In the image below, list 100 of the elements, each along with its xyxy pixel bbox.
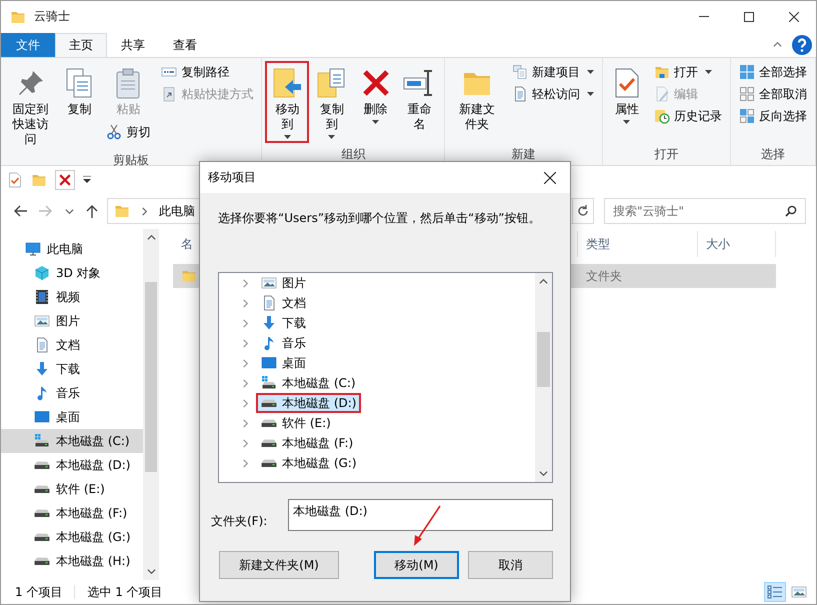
drive-icon	[34, 556, 50, 566]
back-arrow-icon	[13, 205, 27, 217]
ribbon-button[interactable]: 属性	[606, 61, 648, 128]
file-menu-button[interactable]: 文件	[1, 33, 55, 57]
scrollbar[interactable]	[535, 273, 552, 482]
caret-icon	[284, 135, 291, 139]
history-icon	[654, 108, 670, 124]
caret-icon	[328, 135, 336, 139]
scrollbar[interactable]	[143, 229, 159, 580]
dialog-button[interactable]: 取消	[468, 551, 553, 579]
scrollbar-thumb[interactable]	[145, 282, 157, 472]
nav-item[interactable]: 本地磁盘 (G:)	[1, 525, 143, 549]
picture-icon	[791, 584, 807, 600]
ribbon-button[interactable]: 历史记录	[648, 105, 727, 127]
ribbon-tab[interactable]: 主页	[55, 33, 107, 57]
chevron-right-icon	[241, 298, 250, 308]
close-icon	[788, 12, 798, 22]
tree-item[interactable]: 图片	[256, 273, 311, 293]
chevron-right-icon	[241, 358, 250, 368]
nav-item[interactable]: 本地磁盘 (H:)	[1, 549, 143, 573]
delete-button[interactable]	[55, 170, 75, 190]
ribbon-button[interactable]: 反向选择	[734, 105, 812, 127]
minimize-icon	[698, 16, 708, 17]
drive-icon	[261, 418, 277, 428]
ribbon-button[interactable]: 剪切	[101, 121, 156, 143]
nav-item[interactable]: 软件 (E:)	[1, 477, 143, 501]
chevron-right-icon	[241, 338, 250, 348]
ribbon-button[interactable]: 全部选择	[734, 61, 812, 83]
tree-item[interactable]: 音乐	[256, 333, 311, 353]
monitor-icon	[25, 241, 41, 257]
ribbon-button[interactable]: 复制	[58, 61, 100, 121]
grid-outline-icon	[738, 86, 755, 102]
dialog-button[interactable]: 新建文件夹(M)	[219, 551, 339, 579]
nav-item[interactable]: 桌面	[1, 405, 143, 429]
ribbon-button[interactable]: 固定到快速访问	[4, 61, 58, 151]
ribbon-tab[interactable]: 共享	[107, 33, 159, 57]
delete-icon	[58, 172, 72, 186]
chevron-right-icon	[241, 378, 250, 388]
properties-icon	[7, 172, 23, 188]
instruction-text: 选择你要将“Users”移动到哪个位置，然后单击“移动”按钮。	[218, 210, 542, 226]
ribbon-button[interactable]: 轻松访问	[506, 83, 599, 105]
details-view-button[interactable]	[764, 582, 786, 602]
nav-item[interactable]: 本地磁盘 (C:)	[1, 429, 143, 453]
chevron-right-icon	[241, 278, 250, 288]
group-label: 组织	[340, 146, 366, 163]
ribbon-button[interactable]: 复制路径	[156, 61, 258, 83]
cube-icon	[34, 265, 50, 281]
nav-item[interactable]: 视频	[1, 285, 143, 309]
desktop-icon	[34, 409, 50, 425]
tree-item[interactable]: 文档	[256, 293, 311, 313]
ribbon-button[interactable]: 删除	[354, 61, 397, 128]
drive-icon	[34, 433, 50, 449]
nav-item[interactable]: 文档	[1, 333, 143, 357]
ribbon-button[interactable]: 移动到	[265, 61, 310, 143]
dialog-button[interactable]: 移动(M)	[374, 551, 459, 579]
tree-item[interactable]: 本地磁盘 (D:)	[256, 393, 362, 413]
chevron-down-icon	[539, 469, 548, 478]
ribbon-button[interactable]: 全部取消	[734, 83, 812, 105]
ribbon-button[interactable]: 新建文件夹	[448, 61, 506, 136]
chevron-up-icon	[146, 233, 156, 242]
folder-icon	[114, 203, 130, 219]
drive-icon	[34, 484, 50, 494]
breadcrumb[interactable]: 此电脑	[159, 202, 195, 220]
ribbon-button[interactable]: 打开	[648, 61, 727, 83]
tree-item[interactable]: 本地磁盘 (G:)	[256, 453, 362, 473]
nav-item[interactable]: 本地磁盘 (D:)	[1, 453, 143, 477]
chevron-up-icon	[539, 277, 548, 286]
ribbon-button[interactable]: 新建项目	[506, 61, 599, 83]
caret-icon	[623, 120, 630, 124]
field-label: 文件夹(F):	[211, 513, 268, 530]
tree-item[interactable]: 桌面	[256, 353, 311, 373]
search-field[interactable]: 搜索"云骑士"	[604, 198, 806, 224]
refresh-button[interactable]	[572, 198, 594, 224]
status-text: 1 个项目	[15, 584, 62, 600]
ribbon-button[interactable]: 复制到	[310, 61, 354, 143]
status-text: 选中 1 个项目	[87, 584, 163, 600]
search-icon	[785, 205, 797, 217]
column-header[interactable]: 类型	[578, 231, 698, 257]
nav-item[interactable]: 下载	[1, 357, 143, 381]
scrollbar-thumb[interactable]	[537, 332, 550, 387]
tree-item[interactable]: 本地磁盘 (F:)	[256, 433, 358, 453]
chevron-right-icon	[241, 438, 250, 448]
nav-item[interactable]: 本地磁盘 (F:)	[1, 501, 143, 525]
tree-item[interactable]: 本地磁盘 (C:)	[256, 373, 361, 393]
customize-toolbar-icon[interactable]	[83, 176, 91, 183]
scissors-icon	[106, 124, 122, 140]
input-field[interactable]: 本地磁盘 (D:)	[288, 499, 553, 531]
nav-item[interactable]: 此电脑	[1, 237, 143, 261]
help-icon[interactable]	[792, 34, 812, 54]
nav-item[interactable]: 3D 对象	[1, 261, 143, 285]
ribbon-button[interactable]: 重命名	[398, 61, 442, 136]
ribbon-tab[interactable]: 查看	[159, 33, 211, 57]
nav-item[interactable]: 音乐	[1, 381, 143, 405]
chevron-right-icon	[140, 206, 149, 216]
tree-item[interactable]: 软件 (E:)	[256, 413, 336, 433]
nav-item[interactable]: 图片	[1, 309, 143, 333]
document-icon	[34, 337, 50, 353]
tree-item[interactable]: 下载	[256, 313, 311, 333]
column-header[interactable]: 大小	[698, 231, 776, 257]
chevron-right-icon	[241, 318, 250, 328]
